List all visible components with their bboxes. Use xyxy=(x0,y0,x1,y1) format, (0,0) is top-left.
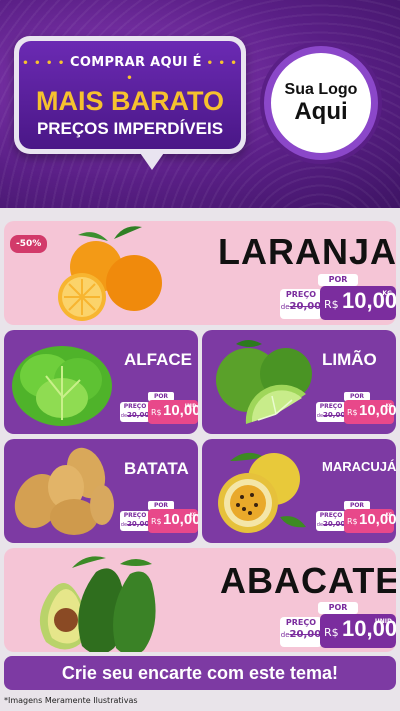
logo-placeholder[interactable]: Sua Logo Aqui xyxy=(264,46,378,160)
new-price: R$ 10,00 KG xyxy=(148,509,198,533)
potato-image xyxy=(14,447,114,535)
old-price: PREÇO de20,00 xyxy=(280,617,322,647)
lettuce-image xyxy=(12,346,112,426)
new-price: R$ 10,00 KG xyxy=(320,286,396,320)
old-price: PREÇO de20,00 xyxy=(316,511,346,531)
new-price: R$ 10,00 UNID xyxy=(320,614,396,648)
product-card-abacate[interactable]: ABACATE POR PREÇO de20,00 R$ 10,00 UNID xyxy=(4,548,396,652)
avocado-image xyxy=(39,556,156,652)
create-flyer-cta-button[interactable]: Crie seu encarte com este tema! xyxy=(4,656,396,690)
new-price: R$ 10,00 KG xyxy=(344,400,396,424)
lime-image xyxy=(216,340,312,424)
footnote: *Imagens Meramente Ilustrativas xyxy=(4,696,138,705)
product-name: BATATA xyxy=(124,459,189,478)
promo-subheadline: PREÇOS IMPERDÍVEIS xyxy=(36,119,224,138)
product-card-laranja[interactable]: -50% LARANJA POR PREÇO de20,00 R$ 10,00 … xyxy=(4,221,396,325)
product-card-alface[interactable]: ALFACE POR PREÇO de20,00 R$ 10,00 UNID xyxy=(4,330,198,434)
old-price: PREÇO de20,00 xyxy=(280,289,322,319)
orange-image xyxy=(58,226,162,321)
price-tag: POR PREÇO de20,00 R$ 10,00 UNID xyxy=(280,602,396,652)
old-price: PREÇO de20,00 xyxy=(120,402,150,422)
product-name: LIMÃO xyxy=(322,350,377,369)
product-card-batata[interactable]: BATATA POR PREÇO de20,00 R$ 10,00 KG xyxy=(4,439,198,543)
product-name: MARACUJÁ xyxy=(322,459,396,474)
passion-fruit-image xyxy=(218,452,306,533)
price-tag: POR PREÇO de20,00 R$ 10,00 KG xyxy=(316,392,396,426)
new-price: R$ 10,00 UNID xyxy=(148,400,198,424)
price-tag: POR PREÇO de20,00 R$ 10,00 KG xyxy=(120,501,198,535)
product-name: ABACATE xyxy=(220,560,396,601)
old-price: PREÇO de20,00 xyxy=(316,402,346,422)
product-card-limao[interactable]: LIMÃO POR PREÇO de20,00 R$ 10,00 KG xyxy=(202,330,396,434)
promo-line-1: • • • • COMPRAR AQUI É • • • • xyxy=(22,55,238,84)
product-name: ALFACE xyxy=(124,350,192,369)
price-tag: POR PREÇO de20,00 R$ 10,00 UNID xyxy=(120,392,198,426)
speech-bubble-tail xyxy=(138,150,166,170)
product-name: LARANJA xyxy=(218,231,396,272)
new-price: R$ 10,00 KG xyxy=(344,509,396,533)
old-price: PREÇO de20,00 xyxy=(120,511,150,531)
promo-speech-bubble: • • • • COMPRAR AQUI É • • • • MAIS BARA… xyxy=(14,36,246,154)
product-card-maracuja[interactable]: MARACUJÁ POR PREÇO de20,00 R$ 10,00 KG xyxy=(202,439,396,543)
price-tag: POR PREÇO de20,00 R$ 10,00 KG xyxy=(316,501,396,535)
discount-badge: -50% xyxy=(10,235,48,253)
promo-headline: MAIS BARATO xyxy=(36,86,224,116)
price-tag: POR PREÇO de20,00 R$ 10,00 KG xyxy=(280,274,396,324)
